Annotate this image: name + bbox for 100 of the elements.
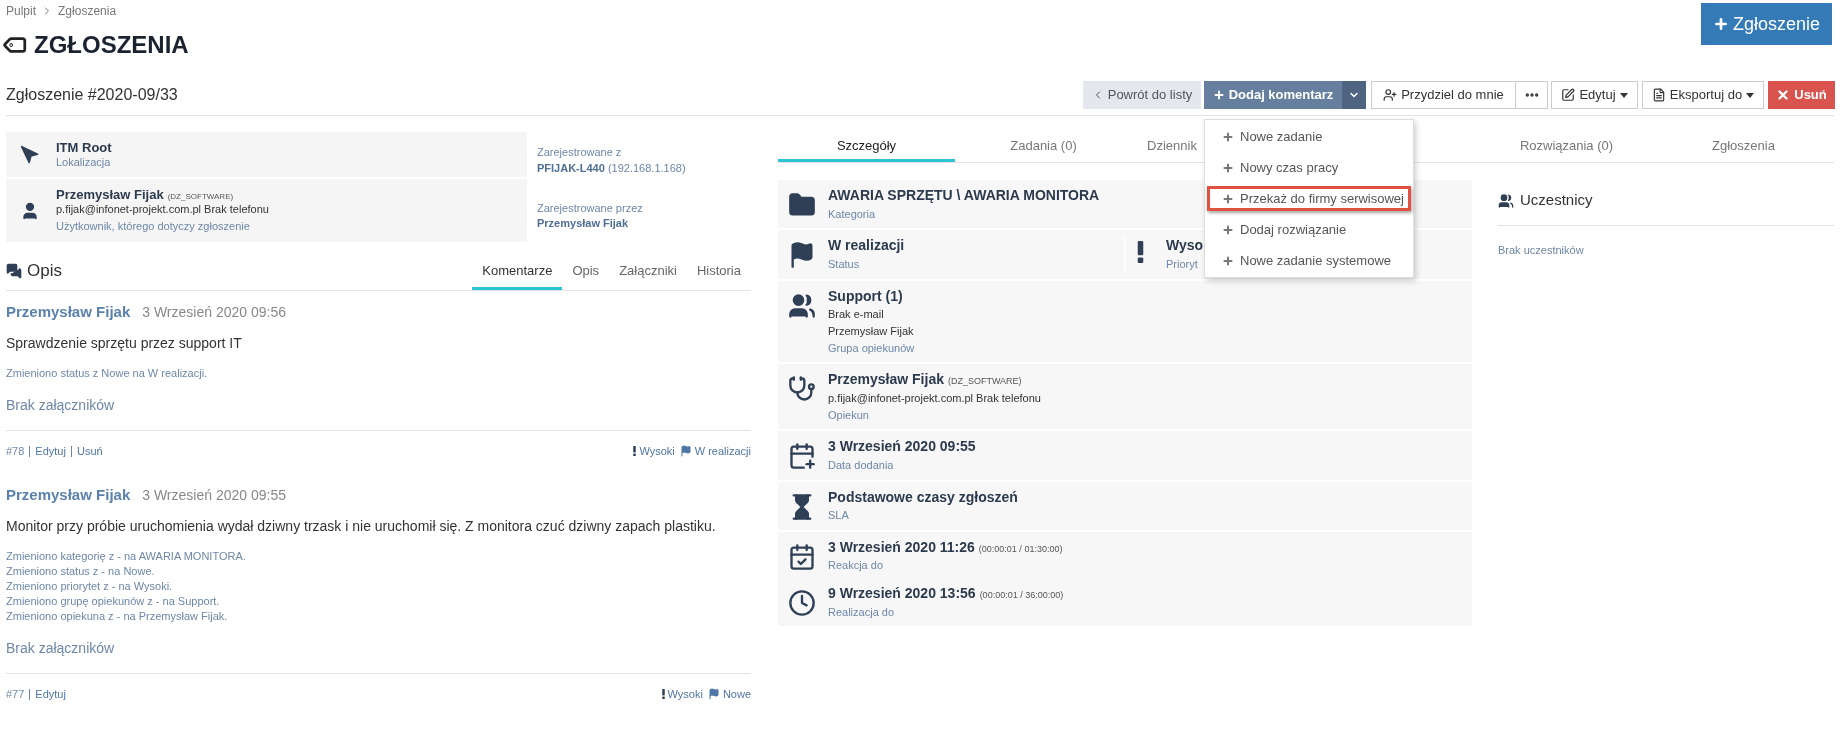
section-title: Uczestnicy [1520, 190, 1593, 211]
exclamation-icon [661, 689, 665, 700]
comment-author[interactable]: Przemysław Fijak [6, 300, 131, 323]
detail-value: 3 Wrzesień 2020 09:55 [828, 438, 976, 456]
comment-action-link[interactable]: Usuń [76, 443, 103, 460]
change-note: Zmieniono opiekuna z - na Przemysław Fijak. [6, 609, 229, 624]
comment-number: #77 [6, 687, 25, 702]
tab[interactable]: Opis [562, 261, 610, 290]
calendar-plus-icon [788, 442, 816, 471]
close-icon [1776, 88, 1791, 102]
tab[interactable]: Załączniki [609, 261, 687, 290]
users-icon [788, 291, 816, 320]
flag-icon [679, 445, 692, 458]
plus-icon [1222, 161, 1234, 174]
flag-icon [707, 688, 720, 701]
exclamation-icon [1136, 241, 1144, 264]
empty-note: Brak uczestników [1498, 243, 1585, 258]
plus-icon [1222, 254, 1234, 267]
caret-icon [1619, 92, 1628, 98]
delete-button[interactable]: Usuń [1768, 81, 1835, 109]
dropdown-toggle[interactable] [1342, 81, 1366, 109]
tab[interactable]: Historia [686, 261, 751, 290]
detail-value: 3 Wrzesień 2020 11:26 [828, 538, 975, 557]
change-note: Zmieniono status z - na Nowe. [6, 564, 156, 579]
registered-from-label: Zarejestrowane z [537, 146, 623, 160]
plus-icon [1222, 223, 1234, 236]
document-icon [1651, 88, 1666, 102]
detail-label: Status [828, 257, 861, 272]
comment-author[interactable]: Przemysław Fijak [6, 483, 131, 506]
more-button[interactable] [1516, 81, 1548, 109]
exclamation-icon [633, 446, 637, 457]
comment-date: 3 Wrzesień 2020 09:55 [142, 485, 286, 505]
change-note: Zmieniono grupę opiekunów z - na Support. [6, 594, 221, 609]
comment-action-link[interactable]: Edytuj [35, 443, 66, 460]
comment-date: 3 Wrzesień 2020 09:56 [142, 302, 286, 322]
user-contact: p.fijak@infonet-projekt.com.pl Brak telefonu [56, 203, 269, 218]
calendar-check-icon [788, 542, 816, 571]
add-comment-button[interactable]: Dodaj komentarz [1204, 81, 1342, 109]
detail-line: Brak e-mail [828, 308, 885, 322]
tab[interactable]: Komentarze [472, 261, 563, 290]
edit-button[interactable]: Edytuj [1551, 81, 1638, 109]
detail-note: (00:00:01 / 36:00:00) [979, 590, 1064, 602]
user-code: (DZ_SOFTWARE) [167, 192, 234, 203]
plus-icon [1222, 130, 1234, 143]
detail-note: (00:00:01 / 01:30:00) [978, 543, 1063, 555]
detail-value: Przemysław Fijak [828, 371, 944, 389]
change-note: Zmieniono priorytet z - na Wysoki. [6, 579, 174, 594]
registered-by-value: Przemysław Fijak [537, 217, 630, 231]
priority-text: Wysoki [639, 444, 675, 459]
comments-icon [6, 262, 22, 279]
menu-item[interactable]: Przekaż do firmy serwisowej [1207, 186, 1411, 211]
section-title: Opis [27, 260, 62, 282]
detail-label: Reakcja do [828, 559, 885, 573]
comment-action-link[interactable]: Edytuj [35, 686, 66, 703]
change-note: Zmieniono kategorię z - na AWARIA MONITORA. [6, 549, 247, 564]
status-text: Nowe [722, 687, 751, 702]
location-label: Lokalizacja [56, 155, 112, 170]
registered-from-value: PFIJAK-L440 (192.168.1.168) [537, 161, 686, 176]
detail-value: 9 Wrzesień 2020 13:56 [828, 585, 976, 603]
user-icon [20, 200, 40, 221]
menu-item[interactable]: Nowe zadanie systemowe [1207, 248, 1411, 273]
detail-label: Data dodania [828, 458, 895, 473]
stethoscope-icon [788, 375, 816, 404]
detail-value: W realizacji [828, 237, 905, 255]
detail-value: AWARIA SPRZĘTU \ AWARIA MONITORA [828, 187, 1100, 205]
registered-by-label: Zarejestrowane przez [537, 201, 644, 216]
user-name: Przemysław Fijak [56, 187, 164, 204]
caret-icon [1746, 92, 1755, 98]
detail-label: Kategoria [828, 207, 877, 222]
location-arrow-icon [20, 144, 40, 165]
clock-icon [788, 589, 816, 617]
detail-label: SLA [828, 509, 850, 523]
comment-number: #78 [6, 444, 25, 459]
plus-icon [1212, 89, 1225, 101]
breadcrumb-link[interactable]: Zgłoszenia [58, 2, 117, 20]
export-button[interactable]: Eksportuj do [1642, 81, 1764, 109]
edit-icon [1561, 88, 1576, 102]
menu-item[interactable]: Dodaj rozwiązanie [1207, 217, 1411, 242]
user-label: Użytkownik, którego dotyczy zgłoszenie [56, 220, 251, 234]
detail-line: Przemysław Fijak [828, 324, 915, 339]
new-ticket-button[interactable]: Zgłoszenie [1700, 3, 1832, 45]
breadcrumb-link[interactable]: Pulpit [6, 2, 37, 20]
attachments-note: Brak załączników [6, 639, 116, 658]
plus-icon [1712, 16, 1729, 32]
ticket-title: Zgłoszenie #2020-09/33 [6, 85, 178, 105]
detail-value: Wyso [1166, 237, 1204, 255]
change-note: Zmieniono status z Nowe na W realizacji. [6, 366, 209, 381]
plus-icon [1222, 192, 1234, 205]
comment-text: Sprawdzenie sprzętu przez support IT [6, 334, 243, 353]
user-plus-icon [1383, 88, 1398, 102]
detail-label: Opiekun [828, 408, 870, 423]
status-text: W realizacji [694, 444, 751, 459]
detail-label: Realizacja do [828, 605, 896, 620]
folder-icon [788, 191, 816, 219]
comment-text: Monitor przy próbie uruchomienia wydał dziwny trzask i nie uruchomił się. Z monitora czuć dziwny zapach plastiku. [6, 517, 717, 536]
priority-text: Wysoki [667, 687, 703, 702]
assign-button[interactable]: Przydziel do mnie [1371, 81, 1516, 109]
location-name: ITM Root [56, 139, 112, 156]
back-button[interactable]: Powrót do listy [1083, 81, 1201, 109]
detail-label: Grupa opiekunów [828, 341, 915, 356]
